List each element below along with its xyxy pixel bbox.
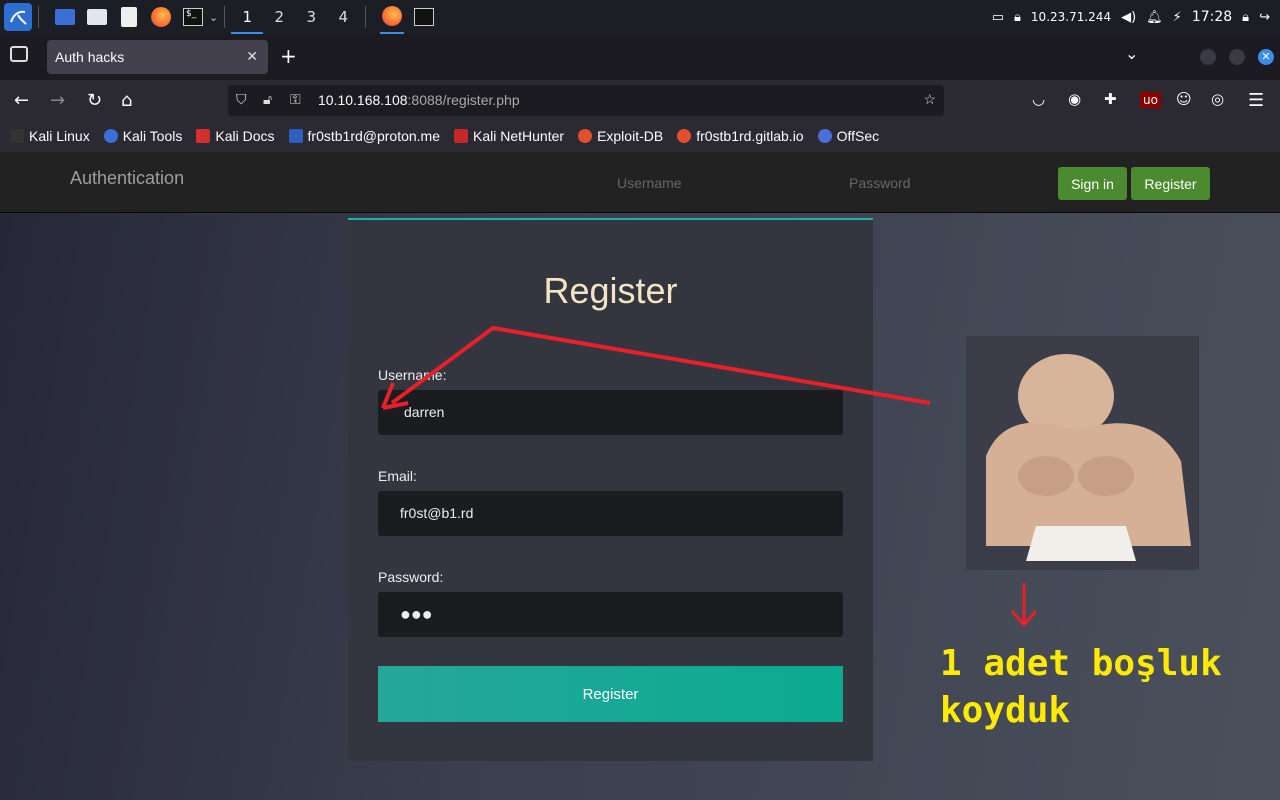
text-editor-icon[interactable]: [117, 5, 141, 29]
header-register-button[interactable]: Register: [1131, 167, 1210, 200]
extension-icon[interactable]: ☺: [1176, 90, 1192, 108]
close-tab-icon[interactable]: ✕: [246, 48, 258, 65]
bookmark-label: fr0stb1rd@proton.me: [307, 128, 441, 144]
header-username-input[interactable]: Username: [595, 167, 815, 199]
tab-list-icon[interactable]: [10, 46, 28, 62]
tab-auth-hacks[interactable]: Auth hacks ✕: [47, 40, 268, 74]
pocket-icon[interactable]: ◡: [1032, 90, 1045, 108]
chevron-down-icon[interactable]: ⌄: [1125, 44, 1138, 63]
gitlab-site-icon: [677, 129, 692, 143]
notification-bell-icon[interactable]: 🔔︎: [1146, 10, 1163, 25]
minimize-button[interactable]: [1200, 49, 1216, 65]
maximize-button[interactable]: [1229, 49, 1245, 65]
bookmarks-bar: Kali Linux Kali Tools Kali Docs fr0stb1r…: [0, 120, 1280, 152]
taskbar: $_ ⌄ 1 2 3 4 ▭ 🔒︎ 10.23.71.244 ◀︎) 🔔︎ ⚡︎…: [0, 0, 1280, 34]
kali-docs-icon: [196, 129, 211, 143]
forward-icon[interactable]: →: [50, 90, 65, 111]
privacy-extension-icon[interactable]: ◎: [1211, 90, 1224, 108]
browser-tab-bar: Auth hacks ✕ + ⌄ ✕: [0, 34, 1280, 80]
file-manager-icon[interactable]: [85, 5, 109, 29]
account-icon[interactable]: ◉: [1068, 90, 1081, 108]
chevron-down-icon[interactable]: ⌄: [209, 11, 218, 24]
caption-line-1: 1 adet boşluk: [940, 643, 1222, 684]
bookmark-gitlab[interactable]: fr0stb1rd.gitlab.io: [677, 128, 804, 144]
bookmark-offsec[interactable]: OffSec: [817, 128, 880, 144]
bookmark-label: Kali Tools: [122, 128, 183, 144]
bookmark-label: Exploit-DB: [597, 128, 664, 144]
reload-icon[interactable]: ↻: [87, 90, 102, 111]
divider: [365, 6, 367, 28]
desktop-icon[interactable]: [53, 5, 77, 29]
bookmark-label: Kali Docs: [215, 128, 275, 144]
bookmark-star-icon[interactable]: ☆: [923, 91, 936, 108]
kali-menu-icon[interactable]: [4, 3, 32, 31]
url-host: 10.10.168.108: [318, 92, 408, 108]
back-icon[interactable]: ←: [14, 90, 29, 111]
key-icon[interactable]: ⚿: [290, 91, 301, 108]
lock-icon[interactable]: 🔒︎: [1242, 10, 1249, 25]
bookmark-proton[interactable]: fr0stb1rd@proton.me: [288, 128, 441, 144]
tab-title: Auth hacks: [55, 49, 125, 65]
url-path: :8088/register.php: [407, 92, 520, 108]
bookmark-kali-nethunter[interactable]: Kali NetHunter: [454, 128, 564, 144]
exploit-db-icon: [578, 129, 593, 143]
header-password-input[interactable]: Password: [827, 167, 1047, 199]
offsec-icon: [817, 129, 832, 143]
bookmark-label: Kali Linux: [29, 128, 90, 144]
ublock-icon[interactable]: uo: [1140, 92, 1161, 108]
ip-address: 10.23.71.244: [1030, 10, 1112, 24]
sign-in-button[interactable]: Sign in: [1058, 167, 1127, 200]
power-icon[interactable]: ⚡︎: [1173, 10, 1182, 25]
workspace-1[interactable]: 1: [231, 0, 264, 34]
bookmark-exploit-db[interactable]: Exploit-DB: [578, 128, 663, 144]
url-text: 10.10.168.108:8088/register.php: [318, 92, 520, 108]
navigation-toolbar: ← → ↻ ⌂ ⛉ 🔓︎ ⚿ 10.10.168.108:8088/regist…: [0, 80, 1280, 120]
clock: 17:28: [1191, 9, 1233, 25]
caption-line-2: koyduk: [940, 690, 1071, 731]
bookmark-kali-linux[interactable]: Kali Linux: [10, 128, 90, 144]
firefox-window-icon[interactable]: [380, 0, 405, 34]
shield-icon[interactable]: ⛉: [236, 91, 247, 108]
site-navbar: Authentication Username Password Sign in…: [0, 152, 1280, 213]
vpn-lock-icon: 🔒︎: [1014, 9, 1021, 25]
proton-icon: [288, 129, 303, 143]
terminal-window-icon[interactable]: [412, 5, 436, 29]
workspace-4[interactable]: 4: [327, 0, 359, 34]
bookmark-label: Kali NetHunter: [473, 128, 565, 144]
bookmark-kali-tools[interactable]: Kali Tools: [103, 128, 183, 144]
system-tray: ▭ 🔒︎ 10.23.71.244 ◀︎) 🔔︎ ⚡︎ 17:28 🔒︎ ↪: [992, 0, 1280, 34]
divider: [38, 6, 39, 28]
extensions-icon[interactable]: ✚: [1104, 90, 1117, 108]
bookmark-kali-docs[interactable]: Kali Docs: [196, 128, 275, 144]
firefox-icon[interactable]: [149, 5, 173, 29]
close-window-button[interactable]: ✕: [1258, 49, 1274, 65]
workspace-3[interactable]: 3: [295, 0, 327, 34]
site-brand[interactable]: Authentication: [70, 168, 184, 189]
nethunter-icon: [454, 129, 469, 143]
bookmark-label: fr0stb1rd.gitlab.io: [696, 128, 804, 144]
divider: [224, 6, 226, 28]
home-icon[interactable]: ⌂: [121, 90, 132, 111]
page-content: Register Username: darren Email: fr0st@b…: [0, 213, 1280, 800]
new-tab-icon[interactable]: +: [280, 44, 297, 68]
display-icon[interactable]: ▭: [992, 10, 1004, 25]
volume-icon[interactable]: ◀︎): [1121, 10, 1136, 25]
annotation-caption: 1 adet boşluk koyduk: [940, 640, 1222, 734]
bookmark-label: OffSec: [836, 128, 880, 144]
terminal-icon[interactable]: $_: [181, 5, 205, 29]
menu-icon[interactable]: ☰: [1248, 90, 1264, 111]
workspace-2[interactable]: 2: [263, 0, 295, 34]
logout-icon[interactable]: ↪: [1259, 10, 1270, 25]
insecure-lock-icon[interactable]: 🔓︎: [263, 91, 272, 108]
url-bar[interactable]: ⛉ 🔓︎ ⚿ 10.10.168.108:8088/register.php ☆: [228, 85, 944, 116]
kali-dragon-icon: [10, 129, 24, 143]
kali-tools-icon: [103, 129, 118, 143]
